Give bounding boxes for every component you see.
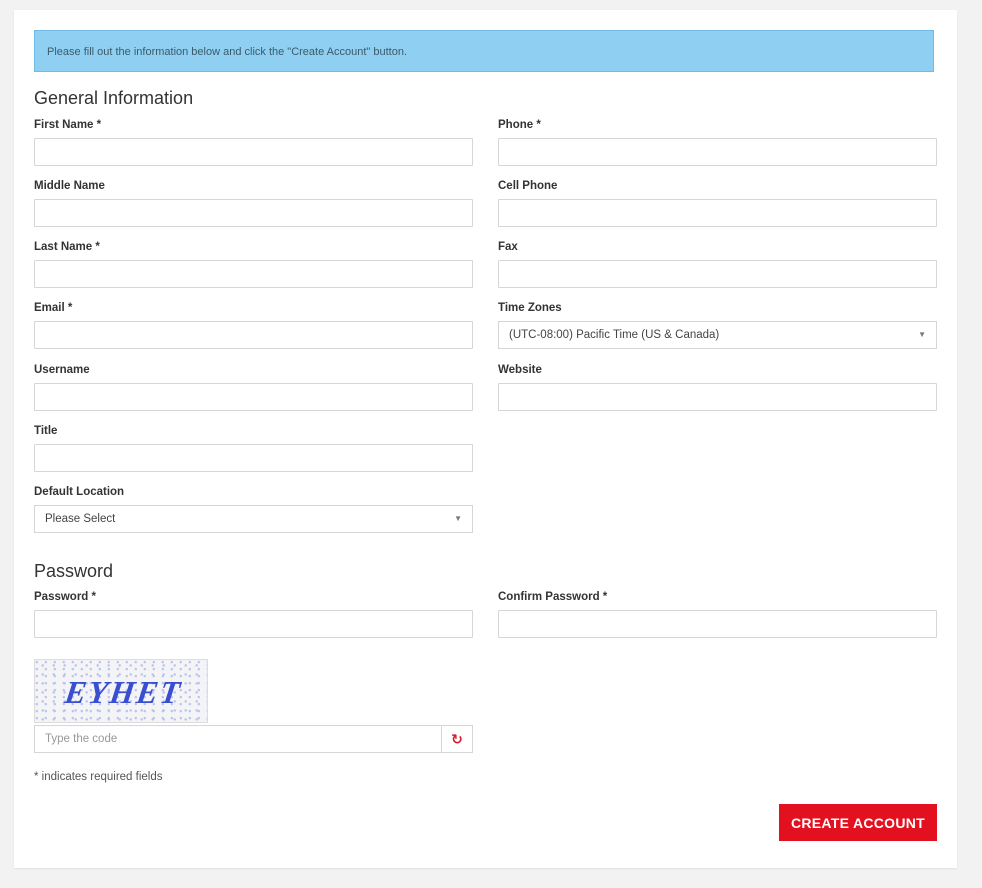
fax-input[interactable] xyxy=(498,260,937,288)
last-name-group: Last Name * xyxy=(34,240,473,288)
phone-group: Phone * xyxy=(498,118,937,166)
first-name-input[interactable] xyxy=(34,138,473,166)
first-name-group: First Name * xyxy=(34,118,473,166)
captcha-input-group: ↻ xyxy=(34,725,473,753)
default-location-label: Default Location xyxy=(34,486,125,498)
middle-name-input[interactable] xyxy=(34,199,473,227)
email-label: Email * xyxy=(34,302,73,314)
password-label: Password * xyxy=(34,591,96,603)
cell-phone-input[interactable] xyxy=(498,199,937,227)
middle-name-group: Middle Name xyxy=(34,179,473,227)
email-group: Email * xyxy=(34,301,473,349)
cell-phone-label: Cell Phone xyxy=(498,180,558,192)
time-zones-value: (UTC-08:00) Pacific Time (US & Canada) xyxy=(509,329,720,341)
required-fields-note: * indicates required fields xyxy=(34,771,163,783)
caret-down-icon: ▼ xyxy=(918,330,926,339)
email-input[interactable] xyxy=(34,321,473,349)
first-name-label: First Name * xyxy=(34,119,102,131)
username-label: Username xyxy=(34,364,90,376)
password-heading: Password xyxy=(34,561,114,581)
info-notice: Please fill out the information below an… xyxy=(34,30,934,72)
last-name-input[interactable] xyxy=(34,260,473,288)
refresh-icon[interactable]: ↻ xyxy=(441,726,472,752)
title-input[interactable] xyxy=(34,444,473,472)
fax-group: Fax xyxy=(498,240,937,288)
website-input[interactable] xyxy=(498,383,937,411)
last-name-label: Last Name * xyxy=(34,241,100,253)
title-label: Title xyxy=(34,425,58,437)
username-input[interactable] xyxy=(34,383,473,411)
confirm-password-input[interactable] xyxy=(498,610,937,638)
cell-phone-group: Cell Phone xyxy=(498,179,937,227)
time-zones-select[interactable]: (UTC-08:00) Pacific Time (US & Canada) ▼ xyxy=(498,321,937,349)
default-location-value: Please Select xyxy=(45,513,116,525)
caret-down-icon: ▼ xyxy=(454,514,462,523)
title-group: Title xyxy=(34,424,473,472)
create-account-button[interactable]: CREATE ACCOUNT xyxy=(779,804,937,841)
password-input[interactable] xyxy=(34,610,473,638)
website-label: Website xyxy=(498,364,542,376)
username-group: Username xyxy=(34,363,473,411)
default-location-select[interactable]: Please Select ▼ xyxy=(34,505,473,533)
general-information-heading: General Information xyxy=(34,88,194,108)
confirm-password-group: Confirm Password * xyxy=(498,590,937,638)
default-location-group: Default Location Please Select ▼ xyxy=(34,485,473,533)
phone-input[interactable] xyxy=(498,138,937,166)
website-group: Website xyxy=(498,363,937,411)
fax-label: Fax xyxy=(498,241,518,253)
time-zones-group: Time Zones (UTC-08:00) Pacific Time (US … xyxy=(498,301,937,349)
password-group: Password * xyxy=(34,590,473,638)
time-zones-label: Time Zones xyxy=(498,302,562,314)
confirm-password-label: Confirm Password * xyxy=(498,591,608,603)
captcha-image: EYHET xyxy=(34,659,208,723)
captcha-code-input[interactable] xyxy=(35,726,439,752)
captcha-text: EYHET xyxy=(62,674,185,710)
phone-label: Phone * xyxy=(498,119,541,131)
middle-name-label: Middle Name xyxy=(34,180,105,192)
